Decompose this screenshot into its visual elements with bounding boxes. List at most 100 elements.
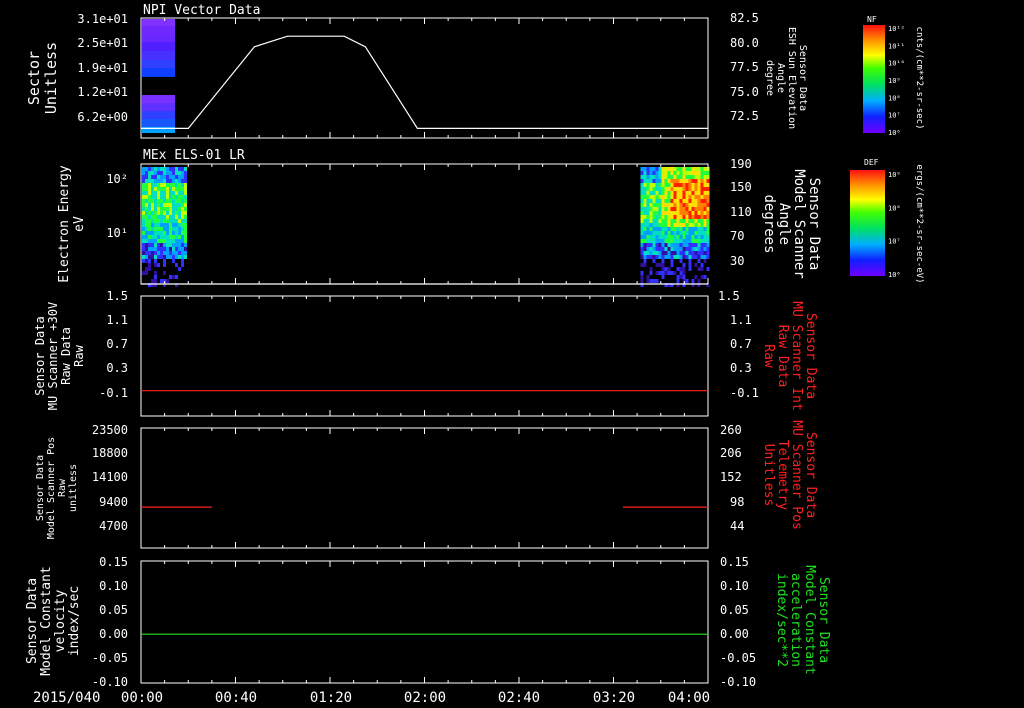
heatmap-cell <box>655 179 659 183</box>
heatmap-cell <box>145 223 148 227</box>
heatmap-cell <box>148 187 151 191</box>
heatmap-cell <box>643 171 647 175</box>
heatmap-cell <box>166 267 169 271</box>
heatmap-cell <box>658 219 662 223</box>
heatmap-cell <box>163 231 166 235</box>
heatmap-cell <box>163 183 166 187</box>
heatmap-cell <box>667 195 671 199</box>
heatmap-cell <box>646 263 650 267</box>
heatmap-cell <box>163 227 166 231</box>
heatmap-cell <box>145 187 148 191</box>
heatmap-cell <box>676 171 680 175</box>
heatmap-cell <box>181 219 184 223</box>
heatmap-cell <box>169 251 172 255</box>
heatmap-cell <box>685 255 689 259</box>
heatmap-cell <box>667 231 671 235</box>
heatmap-cell <box>142 34 176 42</box>
heatmap-cell <box>700 215 704 219</box>
heatmap-cell <box>667 207 671 211</box>
heatmap-cell <box>685 215 689 219</box>
heatmap-cell <box>163 243 166 247</box>
heatmap-cell <box>676 239 680 243</box>
heatmap-cell <box>169 235 172 239</box>
heatmap-cell <box>163 171 166 175</box>
heatmap-cell <box>679 211 683 215</box>
heatmap-cell <box>679 191 683 195</box>
heatmap-cell <box>181 279 184 283</box>
heatmap-cell <box>670 263 674 267</box>
heatmap-cell <box>640 243 644 247</box>
heatmap-cell <box>172 271 175 275</box>
heatmap-cell <box>145 243 148 247</box>
heatmap-cell <box>178 243 181 247</box>
heatmap-cell <box>148 267 151 271</box>
heatmap-cell <box>655 207 659 211</box>
heatmap-cell <box>142 255 145 259</box>
heatmap-cell <box>694 239 698 243</box>
heatmap-cell <box>682 223 686 227</box>
panel5-right-ytick-4: -0.05 <box>720 651 756 665</box>
heatmap-cell <box>658 183 662 187</box>
heatmap-cell <box>685 263 689 267</box>
heatmap-cell <box>175 255 178 259</box>
heatmap-cell <box>679 207 683 211</box>
heatmap-cell <box>184 275 187 279</box>
heatmap-cell <box>172 251 175 255</box>
heatmap-cell <box>676 223 680 227</box>
heatmap-cell <box>688 279 692 283</box>
heatmap-cell <box>166 243 169 247</box>
panel1-right-ytick-2: 77.5 <box>730 60 759 74</box>
heatmap-cell <box>688 219 692 223</box>
heatmap-cell <box>184 191 187 195</box>
heatmap-cell <box>700 175 704 179</box>
panel3-right-ylabel-3: Raw <box>761 344 776 368</box>
heatmap-cell <box>670 227 674 231</box>
heatmap-cell <box>160 267 163 271</box>
heatmap-cell <box>694 171 698 175</box>
heatmap-cell <box>160 243 163 247</box>
heatmap-cell <box>664 211 668 215</box>
heatmap-cell <box>157 263 160 267</box>
heatmap-cell <box>673 211 677 215</box>
heatmap-cell <box>706 271 710 275</box>
heatmap-cell <box>670 223 674 227</box>
heatmap-cell <box>688 207 692 211</box>
heatmap-cell <box>688 247 692 251</box>
heatmap-cell <box>154 219 157 223</box>
panel3-left-ytick-0: 1.5 <box>106 289 128 303</box>
heatmap-cell <box>154 203 157 207</box>
heatmap-cell <box>685 187 689 191</box>
heatmap-cell <box>172 247 175 251</box>
panel1-heatmap <box>142 19 176 133</box>
heatmap-cell <box>664 199 668 203</box>
heatmap-cell <box>178 275 181 279</box>
heatmap-cell <box>184 179 187 183</box>
heatmap-cell <box>658 167 662 171</box>
heatmap-cell <box>154 243 157 247</box>
heatmap-cell <box>679 275 683 279</box>
colorbar-nf-tick: 10⁹ <box>888 77 901 85</box>
heatmap-cell <box>673 263 677 267</box>
heatmap-cell <box>694 235 698 239</box>
heatmap-cell <box>652 191 656 195</box>
heatmap-cell <box>148 167 151 171</box>
heatmap-cell <box>706 183 710 187</box>
heatmap-cell <box>682 231 686 235</box>
heatmap-cell <box>166 219 169 223</box>
heatmap-cell <box>697 243 701 247</box>
heatmap-cell <box>175 247 178 251</box>
panel2-right-ylabel-0: Sensor Data <box>806 178 822 271</box>
heatmap-cell <box>181 259 184 263</box>
heatmap-cell <box>166 191 169 195</box>
heatmap-cell <box>145 203 148 207</box>
heatmap-cell <box>703 211 707 215</box>
panel5-left-ylabel-3: index/sec <box>67 586 82 656</box>
heatmap-cell <box>157 267 160 271</box>
heatmap-cell <box>184 183 187 187</box>
heatmap-cell <box>697 199 701 203</box>
heatmap-cell <box>154 227 157 231</box>
panel4-left-ytick-4: 4700 <box>99 519 128 533</box>
heatmap-cell <box>697 175 701 179</box>
heatmap-cell <box>175 183 178 187</box>
heatmap-cell <box>145 175 148 179</box>
